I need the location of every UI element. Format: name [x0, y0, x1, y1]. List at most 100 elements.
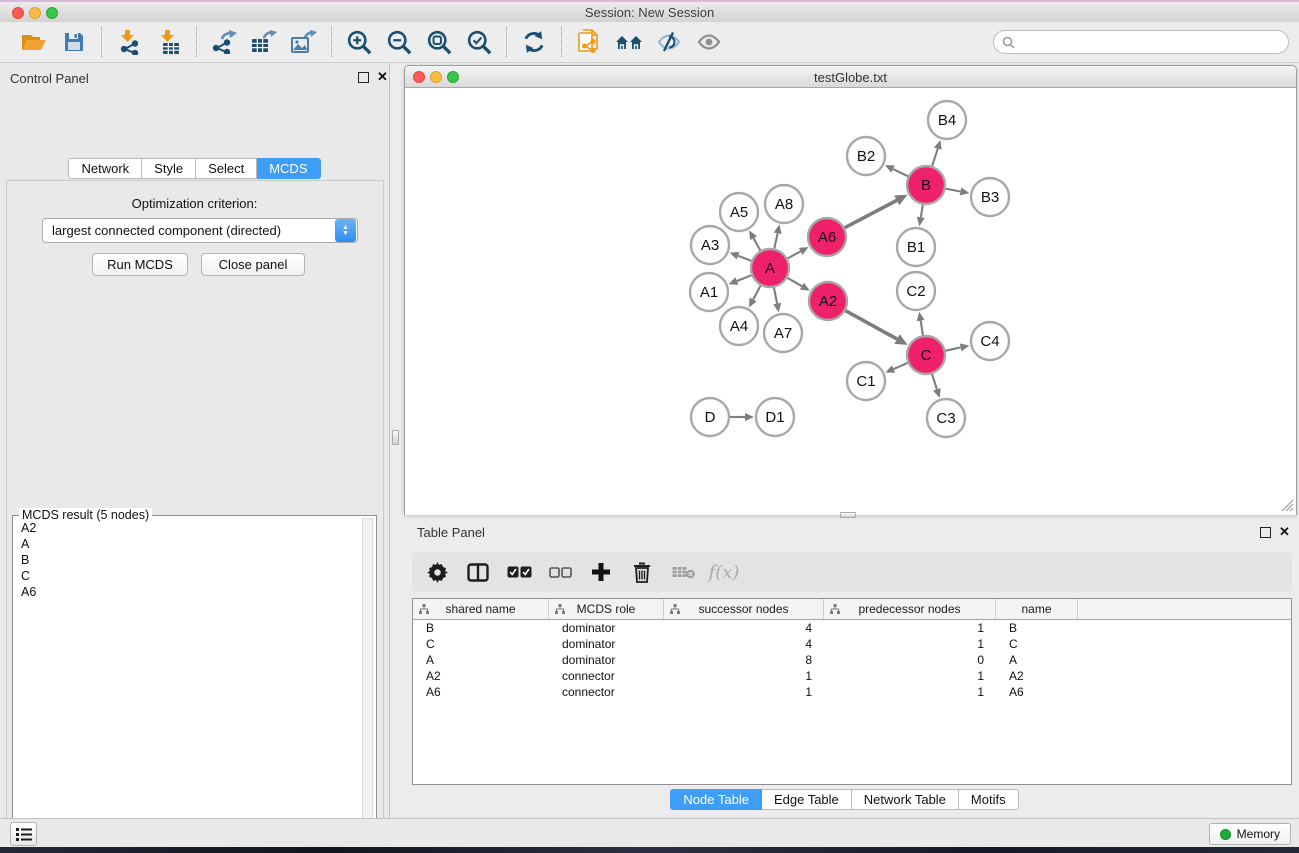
graph-node-A6[interactable]: A6: [808, 218, 846, 256]
table-row[interactable]: Cdominator41C: [413, 636, 1291, 652]
select-all-button[interactable]: [506, 559, 532, 585]
table-cell[interactable]: 1: [664, 685, 824, 699]
edge-A-A8[interactable]: [774, 233, 778, 249]
close-panel-button[interactable]: Close panel: [201, 253, 305, 276]
column-header-shared-name[interactable]: shared name: [413, 599, 549, 619]
table-cell[interactable]: dominator: [549, 621, 664, 635]
open-session-button[interactable]: [14, 25, 54, 59]
edge-A-A1[interactable]: [737, 275, 752, 281]
node-circle[interactable]: [847, 137, 885, 175]
save-session-button[interactable]: [54, 25, 94, 59]
node-circle[interactable]: [809, 282, 847, 320]
node-circle[interactable]: [897, 228, 935, 266]
tab-network-table[interactable]: Network Table: [852, 789, 959, 810]
tab-select[interactable]: Select: [196, 158, 257, 179]
edge-A6-B[interactable]: [844, 200, 897, 228]
edge-A-A5[interactable]: [754, 238, 761, 251]
export-network-button[interactable]: [204, 25, 244, 59]
graph-node-C4[interactable]: C4: [971, 322, 1009, 360]
graph-node-A5[interactable]: A5: [720, 193, 758, 231]
node-circle[interactable]: [765, 185, 803, 223]
graph-node-D1[interactable]: D1: [756, 398, 794, 436]
edge-A-A3[interactable]: [738, 256, 752, 261]
mcds-result-item[interactable]: C: [16, 568, 360, 584]
edge-B-B3[interactable]: [945, 189, 961, 192]
edge-A2-C[interactable]: [845, 310, 897, 339]
edge-B-B2[interactable]: [893, 169, 909, 177]
node-circle[interactable]: [756, 398, 794, 436]
graph-node-A3[interactable]: A3: [691, 226, 729, 264]
graph-node-A2[interactable]: A2: [809, 282, 847, 320]
edge-C-C2[interactable]: [921, 321, 923, 337]
zoom-out-button[interactable]: [379, 25, 419, 59]
tab-style[interactable]: Style: [142, 158, 196, 179]
table-cell[interactable]: connector: [549, 685, 664, 699]
table-cell[interactable]: 1: [824, 637, 996, 651]
table-cell[interactable]: 0: [824, 653, 996, 667]
hide-selected-button[interactable]: [649, 25, 689, 59]
node-circle[interactable]: [691, 398, 729, 436]
graph-node-C1[interactable]: C1: [847, 362, 885, 400]
graph-node-C[interactable]: C: [907, 336, 945, 374]
table-cell[interactable]: dominator: [549, 653, 664, 667]
refresh-button[interactable]: [514, 25, 554, 59]
edge-A-A4[interactable]: [753, 285, 761, 300]
edge-A-A2[interactable]: [787, 277, 802, 286]
tab-network[interactable]: Network: [68, 158, 142, 179]
tab-mcds[interactable]: MCDS: [257, 158, 320, 179]
result-scrollbar[interactable]: [362, 518, 373, 853]
delete-table-button[interactable]: [670, 559, 696, 585]
node-circle[interactable]: [897, 272, 935, 310]
export-table-button[interactable]: [244, 25, 284, 59]
criterion-dropdown[interactable]: largest connected component (directed) ▲…: [42, 218, 358, 243]
node-circle[interactable]: [808, 218, 846, 256]
edge-B-B1[interactable]: [921, 204, 923, 218]
table-cell[interactable]: A2: [996, 669, 1078, 683]
search-input[interactable]: [1021, 35, 1280, 49]
node-circle[interactable]: [690, 273, 728, 311]
graph-node-D[interactable]: D: [691, 398, 729, 436]
mcds-result-item[interactable]: A2: [16, 520, 360, 536]
table-cell[interactable]: dominator: [549, 637, 664, 651]
table-cell[interactable]: 1: [824, 685, 996, 699]
edge-A-A7[interactable]: [774, 287, 777, 304]
split-table-button[interactable]: [465, 559, 491, 585]
table-cell[interactable]: 1: [824, 669, 996, 683]
edge-B-B4[interactable]: [932, 149, 938, 167]
vertical-splitter-handle[interactable]: [392, 430, 399, 445]
mcds-result-item[interactable]: A: [16, 536, 360, 552]
node-circle[interactable]: [720, 307, 758, 345]
table-cell[interactable]: B: [996, 621, 1078, 635]
edge-C-C4[interactable]: [945, 347, 961, 351]
column-header-predecessor-nodes[interactable]: predecessor nodes: [824, 599, 996, 619]
table-cell[interactable]: 8: [664, 653, 824, 667]
zoom-selected-button[interactable]: [459, 25, 499, 59]
node-circle[interactable]: [751, 249, 789, 287]
mcds-result-item[interactable]: B: [16, 552, 360, 568]
search-field[interactable]: [993, 30, 1289, 54]
table-cell[interactable]: connector: [549, 669, 664, 683]
graph-node-A[interactable]: A: [751, 249, 789, 287]
table-cell[interactable]: 4: [664, 637, 824, 651]
node-circle[interactable]: [691, 226, 729, 264]
node-circle[interactable]: [927, 399, 965, 437]
graph-node-C3[interactable]: C3: [927, 399, 965, 437]
table-cell[interactable]: B: [413, 621, 549, 635]
node-circle[interactable]: [720, 193, 758, 231]
float-panel-icon[interactable]: [358, 72, 369, 83]
table-settings-button[interactable]: [424, 559, 450, 585]
node-circle[interactable]: [971, 322, 1009, 360]
table-cell[interactable]: 1: [824, 621, 996, 635]
graph-node-B[interactable]: B: [907, 166, 945, 204]
graph-node-B4[interactable]: B4: [928, 101, 966, 139]
table-cell[interactable]: A: [413, 653, 549, 667]
tab-node-table[interactable]: Node Table: [670, 789, 762, 810]
table-cell[interactable]: A2: [413, 669, 549, 683]
graph-node-C2[interactable]: C2: [897, 272, 935, 310]
node-circle[interactable]: [907, 336, 945, 374]
network-window-titlebar[interactable]: testGlobe.txt: [405, 66, 1296, 88]
new-network-from-selection-button[interactable]: [569, 25, 609, 59]
graph-node-B3[interactable]: B3: [971, 178, 1009, 216]
show-all-button[interactable]: [689, 25, 729, 59]
mcds-result-list[interactable]: A2ABCA6: [16, 520, 360, 853]
